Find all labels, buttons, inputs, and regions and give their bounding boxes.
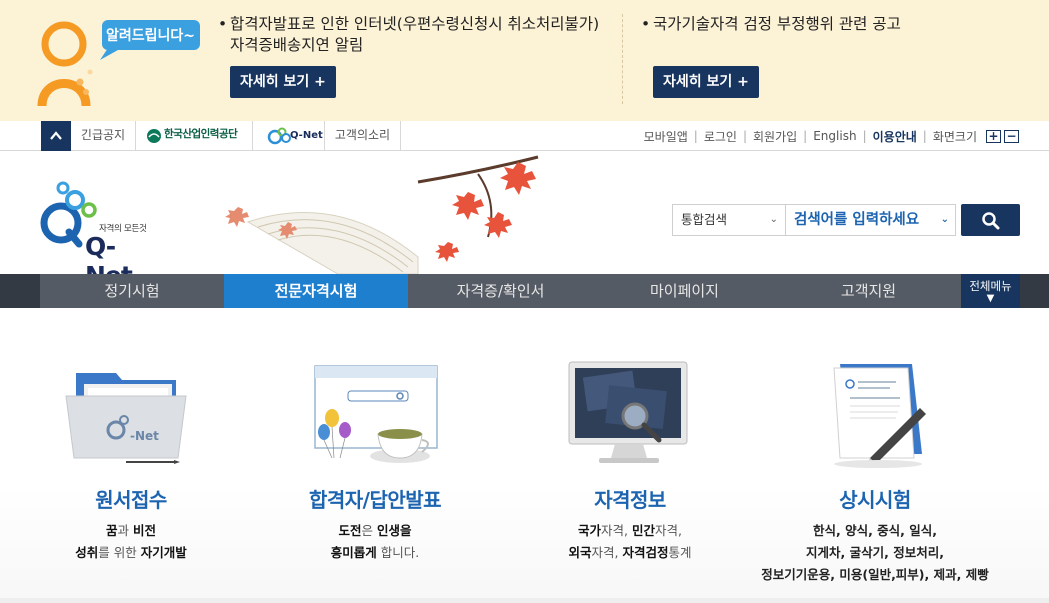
chevron-up-icon	[50, 131, 62, 140]
hrdk-logo-text: 한국산업인력공단	[164, 128, 238, 140]
chevron-down-icon: ▼	[986, 293, 995, 304]
quick-card-description: 국가자격, 민간자격, 외국자격, 자격검정통계	[568, 523, 692, 560]
chevron-down-icon: ⌄	[769, 214, 778, 225]
quick-menu-section: -Net 원서접수 꿈과 비전 성취를 위한 자기개발 합격자/답안발표 도전은…	[0, 308, 1049, 603]
notice-item-2-text[interactable]: 국가기술자격 검정 부정행위 관련 공고	[641, 14, 941, 35]
zoom-out-button[interactable]: −	[1004, 129, 1019, 143]
english-link[interactable]: English	[807, 129, 862, 143]
quick-card-description: 꿈과 비전 성취를 위한 자기개발	[75, 523, 187, 560]
all-menu-label: 전체메뉴	[969, 279, 1012, 293]
svg-text:-Net: -Net	[130, 429, 159, 443]
quick-card-title: 원서접수	[95, 488, 167, 512]
search-scope-value: 통합검색	[681, 212, 728, 227]
login-link[interactable]: 로그인	[698, 128, 743, 145]
all-menu-button[interactable]: 전체메뉴 ▼	[961, 274, 1020, 308]
quick-card-description: 도전은 인생을 흥미롭게 합니다.	[330, 523, 420, 560]
quick-card-title: 상시시험	[839, 488, 911, 512]
search-scope-select[interactable]: 통합검색 ⌄	[672, 204, 786, 236]
screen-size-label: 화면크기	[932, 129, 977, 144]
footer-divider	[0, 598, 1049, 603]
qnet-mini-logo-text: Q-Net	[290, 130, 323, 141]
notice-item-1: 합격자발표로 인한 인터넷(우편수령신청시 취소처리불가) 자격증배송지연 알림…	[218, 14, 608, 98]
quick-card-title: 합격자/답안발표	[308, 488, 442, 512]
signup-link[interactable]: 회원가입	[747, 128, 803, 145]
quick-card-continuous-exam[interactable]: 상시시험 한식, 양식, 중식, 일식, 지게차, 굴삭기, 정보처리, 정보기…	[760, 308, 990, 603]
folder-icon: -Net	[65, 373, 187, 464]
hrdk-link[interactable]: 한국산업인력공단	[136, 121, 253, 151]
account-links: 모바일앱 | 로그인 | 회원가입 | English | 이용안내 | 화면크…	[638, 121, 1019, 151]
main-navigation: 정기시험 전문자격시험 자격증/확인서 마이페이지 고객지원	[0, 274, 1049, 308]
monitor-magnifier-icon	[568, 361, 688, 463]
chevron-down-icon: ⌄	[940, 214, 949, 225]
site-header: 자격의 모든것 Q-Net 통합검색 ⌄ 검색어를 입력하세요 ⌄	[0, 152, 1049, 290]
notice-item-1-text[interactable]: 합격자발표로 인한 인터넷(우편수령신청시 취소처리불가) 자격증배송지연 알림	[218, 14, 608, 56]
quick-card-description: 한식, 양식, 중식, 일식, 지게차, 굴삭기, 정보처리, 정보기기운용, …	[761, 523, 989, 582]
mascot-bubble-text: 알려드립니다~	[106, 28, 196, 44]
collapse-notice-button[interactable]	[41, 121, 71, 151]
nav-tab-regular-exam[interactable]: 정기시험	[40, 274, 224, 308]
usage-guide-link[interactable]: 이용안내	[867, 128, 923, 145]
notice-item-2-detail-button[interactable]: 자세히 보기 +	[653, 66, 759, 98]
notice-banner: 알려드립니다~ 합격자발표로 인한 인터넷(우편수령신청시 취소처리불가) 자격…	[0, 0, 1049, 121]
emergency-notice-link[interactable]: 긴급공지	[71, 121, 136, 151]
nav-tab-certificate[interactable]: 자격증/확인서	[409, 274, 593, 308]
quick-card-qualification-info[interactable]: 자격정보 국가자격, 민간자격, 외국자격, 자격검정통계	[515, 308, 745, 603]
quick-card-results[interactable]: 합격자/답안발표 도전은 인생을 흥미롭게 합니다.	[260, 308, 490, 603]
nav-tab-mypage[interactable]: 마이페이지	[593, 274, 777, 308]
document-pen-icon	[833, 364, 926, 468]
search-input[interactable]: 검색어를 입력하세요 ⌄	[785, 204, 956, 236]
search-button[interactable]	[961, 204, 1020, 236]
qnet-link[interactable]: Q-Net	[253, 121, 325, 151]
utility-bar: 긴급공지 한국산업인력공단 Q-Net 고객의소리 모바일앱 | 로그인 | 회…	[0, 121, 1049, 151]
notice-divider	[622, 14, 623, 104]
qnet-logo[interactable]: 자격의 모든것 Q-Net	[39, 176, 154, 290]
search-icon	[982, 212, 1000, 230]
quick-card-title: 자격정보	[594, 488, 666, 512]
browser-teacup-icon	[314, 365, 438, 463]
search-placeholder-text: 검색어를 입력하세요	[794, 212, 920, 228]
customer-voice-link[interactable]: 고객의소리	[325, 121, 401, 151]
notice-item-2: 국가기술자격 검정 부정행위 관련 공고 자세히 보기 +	[641, 14, 941, 98]
roof-and-maple-decoration	[225, 155, 539, 274]
nav-tab-professional-exam[interactable]: 전문자격시험	[224, 274, 409, 308]
notice-item-1-detail-button[interactable]: 자세히 보기 +	[230, 66, 336, 98]
zoom-in-button[interactable]: +	[986, 129, 1001, 143]
mobile-app-link[interactable]: 모바일앱	[638, 128, 694, 145]
nav-tab-support[interactable]: 고객지원	[777, 274, 961, 308]
quick-card-application[interactable]: -Net 원서접수 꿈과 비전 성취를 위한 자기개발	[16, 308, 246, 603]
